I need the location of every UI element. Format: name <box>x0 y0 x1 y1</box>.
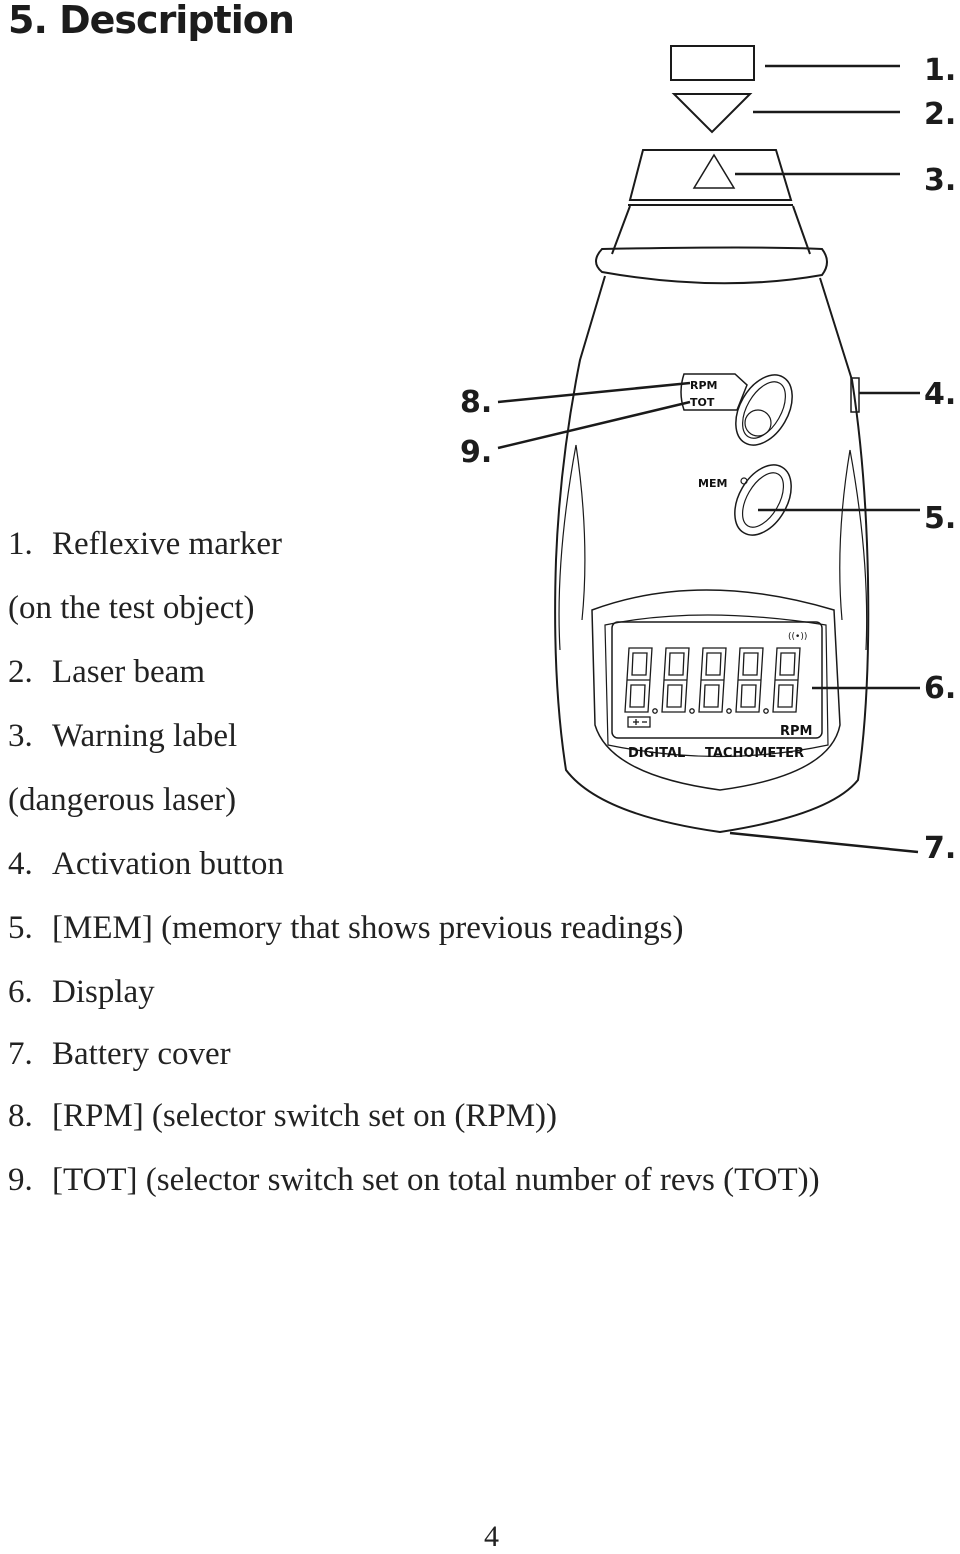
beeper-icon: ((•)) <box>788 632 807 642</box>
list-item: (dangerous laser) <box>8 782 236 819</box>
list-item-number: 3. <box>8 718 33 754</box>
list-item-text: Display <box>52 974 155 1010</box>
switch-label-rpm: RPM <box>690 379 717 392</box>
page-number: 4 <box>484 1520 499 1553</box>
reflexive-marker <box>670 45 755 81</box>
callout-2: 2. <box>924 97 956 132</box>
callout-5: 5. <box>924 501 956 536</box>
laser-warning-icon <box>692 153 736 189</box>
list-item-number: 7. <box>8 1036 33 1072</box>
tachometer-diagram: 1. 2. 3. 4. 5. 6. 7. 8. 9. RPM TOT MEM (… <box>460 45 956 866</box>
lcd-unit-rpm: RPM <box>780 724 812 739</box>
list-item-text: (on the test object) <box>8 590 255 626</box>
callout-9: 9. <box>460 435 492 470</box>
list-item-number: 6. <box>8 974 33 1010</box>
list-item-number: 9. <box>8 1162 33 1198</box>
list-item-number: 5. <box>8 910 33 946</box>
list-item-text: Activation button <box>52 846 284 882</box>
list-item-text: [RPM] (selector switch set on (RPM)) <box>52 1098 558 1134</box>
callout-7: 7. <box>924 831 956 866</box>
list-item-text: Warning label <box>52 718 238 754</box>
laser-beam-icon <box>671 93 753 134</box>
list-item: 6. Display <box>8 974 155 1011</box>
list-item: 1. Reflexive marker <box>8 526 282 563</box>
lcd-decimal-point <box>689 708 695 714</box>
callout-1: 1. <box>924 53 956 88</box>
list-item-number: 8. <box>8 1098 33 1134</box>
list-item: 4. Activation button <box>8 846 284 883</box>
callout-6: 6. <box>924 671 956 706</box>
lcd-digit <box>661 647 690 713</box>
list-item-number: 2. <box>8 654 33 690</box>
battery-icon <box>627 716 651 728</box>
list-item: 8. [RPM] (selector switch set on (RPM)) <box>8 1098 557 1135</box>
list-item-text: Reflexive marker <box>52 526 282 562</box>
lcd-digit <box>735 647 764 713</box>
mem-label: MEM <box>698 477 727 490</box>
lcd-digit <box>698 647 727 713</box>
callout-8: 8. <box>460 385 492 420</box>
lcd-decimal-point <box>652 708 658 714</box>
list-item: 7. Battery cover <box>8 1036 231 1073</box>
list-item-text: [MEM] (memory that shows previous readin… <box>52 910 684 946</box>
list-item: (on the test object) <box>8 590 255 627</box>
list-item-text: Laser beam <box>52 654 205 690</box>
list-item-text: Battery cover <box>52 1036 231 1072</box>
list-item: 3. Warning label <box>8 718 237 755</box>
mem-button <box>734 464 792 536</box>
callout-3: 3. <box>924 163 956 198</box>
lcd-digits <box>624 647 801 714</box>
callout-4: 4. <box>924 377 956 412</box>
switch-label-tot: TOT <box>690 396 715 409</box>
lcd-brand-digital: DIGITAL <box>628 746 685 761</box>
list-item: 2. Laser beam <box>8 654 205 691</box>
list-item: 5. [MEM] (memory that shows previous read… <box>8 910 683 947</box>
lcd-brand-tachometer: TACHOMETER <box>705 746 804 761</box>
list-item-text: [TOT] (selector switch set on total numb… <box>52 1162 820 1198</box>
list-item-number: 1. <box>8 526 33 562</box>
lcd-decimal-point <box>763 708 769 714</box>
list-item-number: 4. <box>8 846 33 882</box>
list-item: 9. [TOT] (selector switch set on total nu… <box>8 1162 820 1199</box>
lcd-digit <box>772 647 801 713</box>
lcd-decimal-point <box>726 708 732 714</box>
list-item-text: (dangerous laser) <box>8 782 237 818</box>
collar-ring <box>595 246 828 285</box>
lcd-digit <box>624 647 653 713</box>
